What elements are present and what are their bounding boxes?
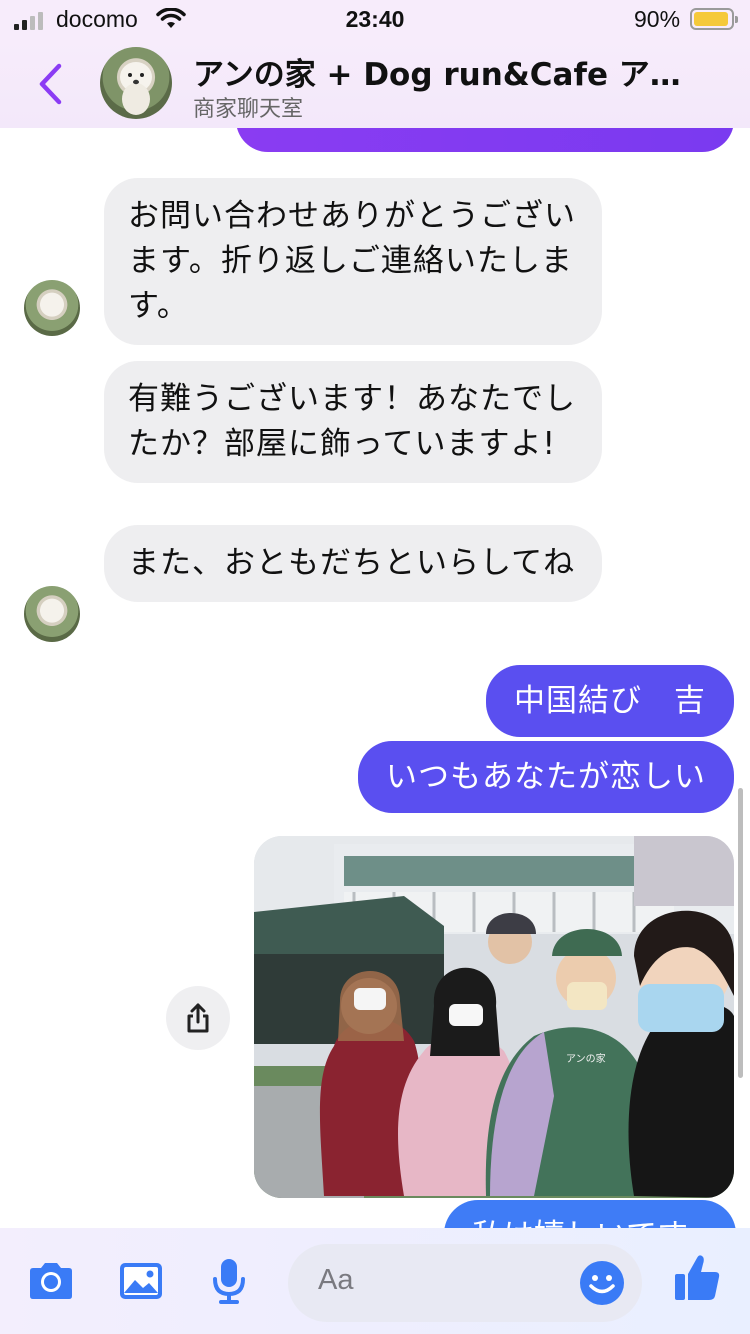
message-list[interactable]: お問い合わせありがとうございます。折り返しご連絡いたします。 有難うございます！… bbox=[0, 128, 750, 1228]
camera-button[interactable] bbox=[26, 1256, 76, 1306]
battery-icon bbox=[690, 8, 738, 30]
puppy-avatar-image bbox=[120, 62, 152, 115]
scrollbar[interactable] bbox=[738, 788, 743, 1078]
message-input-placeholder: Aa bbox=[318, 1264, 354, 1296]
chat-header: アンの家 + Dog run&Cafe ア… 商家聊天室 bbox=[0, 40, 750, 128]
sender-avatar[interactable] bbox=[24, 586, 80, 642]
outgoing-message-partial[interactable]: 私は嬉しいです bbox=[444, 1200, 736, 1228]
emoji-button[interactable] bbox=[578, 1259, 626, 1307]
share-icon bbox=[187, 1003, 209, 1033]
apron-logo-text: アンの家 bbox=[566, 1052, 606, 1065]
gallery-icon bbox=[120, 1263, 162, 1299]
microphone-icon bbox=[213, 1259, 245, 1304]
status-bar: docomo 23:40 90% bbox=[0, 0, 750, 40]
previous-message-bubble[interactable] bbox=[236, 128, 734, 152]
chat-subtitle: 商家聊天室 bbox=[193, 97, 304, 122]
gallery-button[interactable] bbox=[116, 1256, 166, 1306]
message-input[interactable]: Aa bbox=[288, 1244, 642, 1322]
back-button[interactable] bbox=[30, 60, 70, 108]
outgoing-message[interactable]: いつもあなたが恋しい bbox=[358, 741, 734, 813]
incoming-message[interactable]: また、おともだちといらしてね bbox=[104, 525, 602, 602]
contact-avatar[interactable] bbox=[100, 47, 172, 119]
battery-percentage: 90% bbox=[634, 6, 681, 32]
thumbs-up-icon bbox=[675, 1255, 720, 1300]
group-photo-image: アンの家 bbox=[254, 836, 734, 1198]
incoming-message[interactable]: お問い合わせありがとうございます。折り返しご連絡いたします。 bbox=[104, 178, 602, 345]
share-button[interactable] bbox=[166, 986, 230, 1050]
emoji-icon bbox=[580, 1261, 624, 1305]
photo-message[interactable]: アンの家 bbox=[254, 836, 734, 1198]
like-button[interactable] bbox=[672, 1252, 722, 1302]
sender-avatar[interactable] bbox=[24, 280, 80, 336]
message-composer: Aa bbox=[0, 1228, 750, 1334]
voice-button[interactable] bbox=[204, 1256, 254, 1306]
chat-title[interactable]: アンの家 + Dog run&Cafe ア… bbox=[193, 49, 693, 94]
camera-icon bbox=[30, 1263, 72, 1299]
back-chevron-icon bbox=[39, 63, 62, 105]
outgoing-message[interactable]: 中国結び 吉 bbox=[486, 665, 734, 737]
incoming-message[interactable]: 有難うございます！あなたでしたか？部屋に飾っていますよ! bbox=[104, 361, 602, 483]
